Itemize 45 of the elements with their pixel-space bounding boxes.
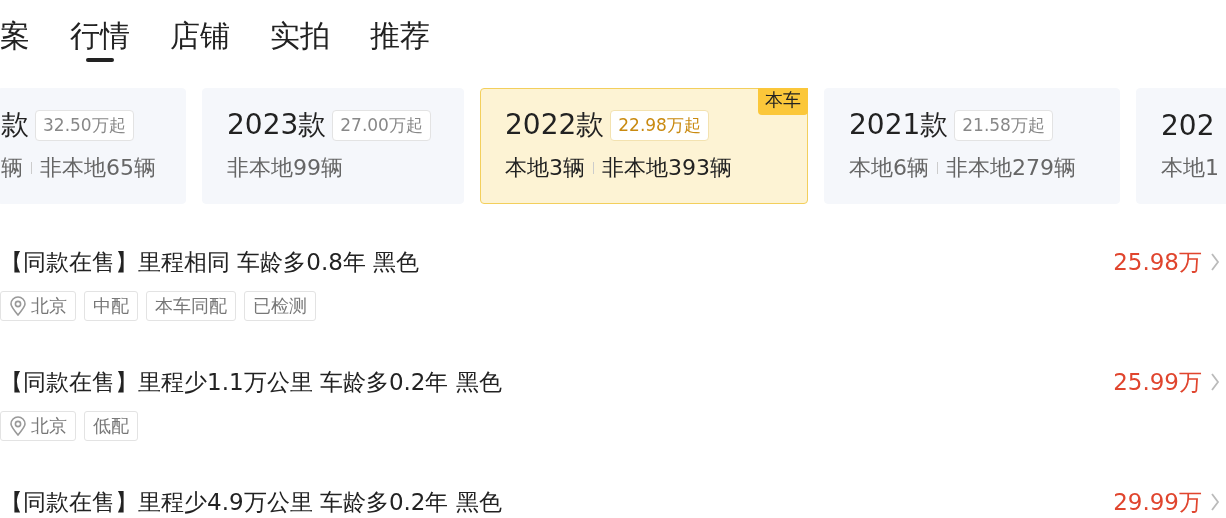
tab[interactable]: 推荐 [370, 16, 430, 64]
current-car-badge: 本车 [758, 88, 808, 115]
starting-price: 27.00万起 [332, 109, 431, 141]
feature-tag: 本车同配 [146, 291, 236, 321]
local-count: 本地3辆 [505, 154, 585, 182]
tab[interactable]: 行情 [70, 16, 130, 64]
model-year: 2022款 [505, 107, 605, 143]
listing-price: 25.98万 [1113, 247, 1202, 277]
model-year-card[interactable]: 2021款 21.58万起 本地6辆 非本地279辆 [824, 88, 1120, 204]
location-tag: 北京 [0, 291, 76, 321]
chevron-right-icon[interactable] [1210, 372, 1220, 392]
nonlocal-count: 非本地65辆 [40, 154, 156, 182]
model-year: 款 [1, 107, 29, 143]
chevron-right-icon[interactable] [1210, 492, 1220, 512]
starting-price: 32.50万起 [35, 109, 134, 141]
listing-price: 29.99万 [1113, 487, 1202, 517]
listing-price: 25.99万 [1113, 367, 1202, 397]
nonlocal-count: 非本地393辆 [602, 154, 732, 182]
local-count: 辆 [1, 154, 23, 182]
listing-title[interactable]: 【同款在售】里程少1.1万公里 车龄多0.2年 黑色 [0, 366, 502, 398]
model-year-card[interactable]: 2022款 22.98万起 本地3辆 非本地393辆 本车 [480, 88, 808, 204]
model-year-card[interactable]: 款 32.50万起 辆 非本地65辆 [0, 88, 186, 204]
model-year-card[interactable]: 202 本地1 [1136, 88, 1226, 204]
location-tag: 北京 [0, 411, 76, 441]
feature-tag: 已检测 [244, 291, 316, 321]
tab[interactable]: 案 [0, 16, 30, 64]
tab[interactable]: 实拍 [270, 16, 330, 64]
local-count: 本地1 [1161, 154, 1219, 182]
model-year: 2021款 [849, 107, 949, 143]
location-pin-icon [9, 296, 27, 316]
listing-title[interactable]: 【同款在售】里程相同 车龄多0.8年 黑色 [0, 246, 420, 278]
chevron-right-icon[interactable] [1210, 252, 1220, 272]
model-year: 202 [1161, 108, 1215, 142]
model-year: 2023款 [227, 107, 327, 143]
nonlocal-count: 非本地279辆 [946, 154, 1076, 182]
starting-price: 21.58万起 [954, 109, 1053, 141]
model-year-card[interactable]: 2023款 27.00万起 非本地99辆 [202, 88, 464, 204]
starting-price: 22.98万起 [610, 109, 709, 141]
location-pin-icon [9, 416, 27, 436]
nonlocal-count: 非本地99辆 [227, 154, 343, 182]
tab[interactable]: 店铺 [170, 16, 230, 64]
listing-title[interactable]: 【同款在售】里程少4.9万公里 车龄多0.2年 黑色 [0, 486, 502, 518]
feature-tag: 中配 [84, 291, 138, 321]
local-count: 本地6辆 [849, 154, 929, 182]
feature-tag: 低配 [84, 411, 138, 441]
